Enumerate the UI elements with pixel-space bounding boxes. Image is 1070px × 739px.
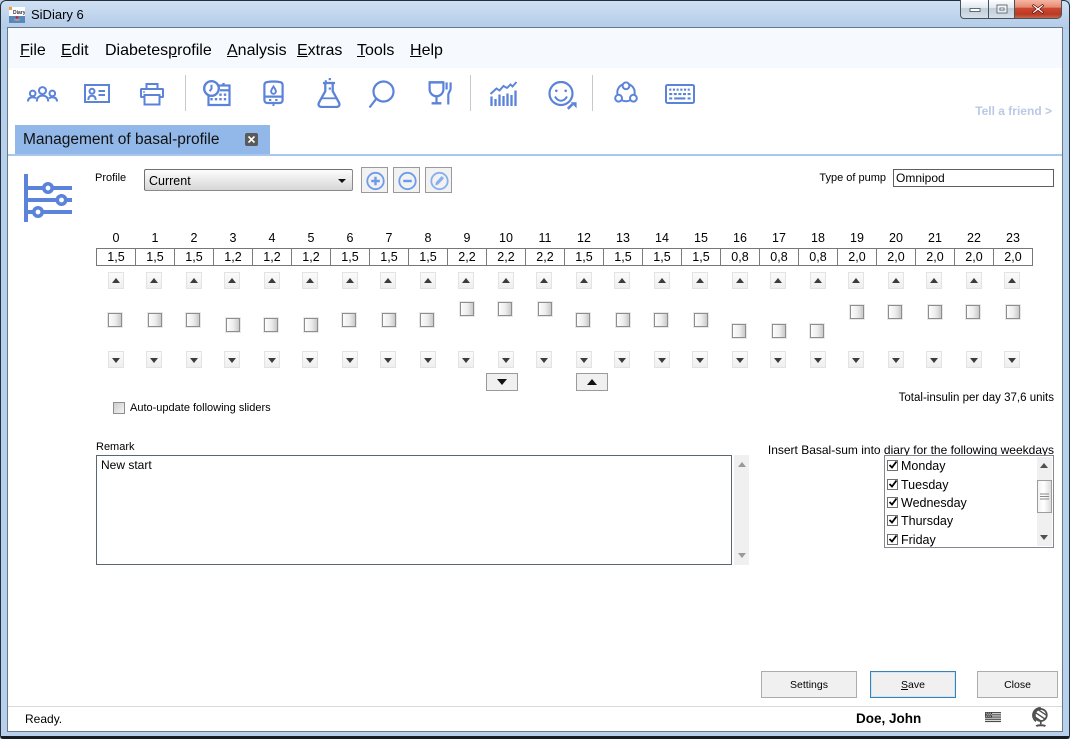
svg-text:Diary: Diary bbox=[13, 10, 25, 16]
